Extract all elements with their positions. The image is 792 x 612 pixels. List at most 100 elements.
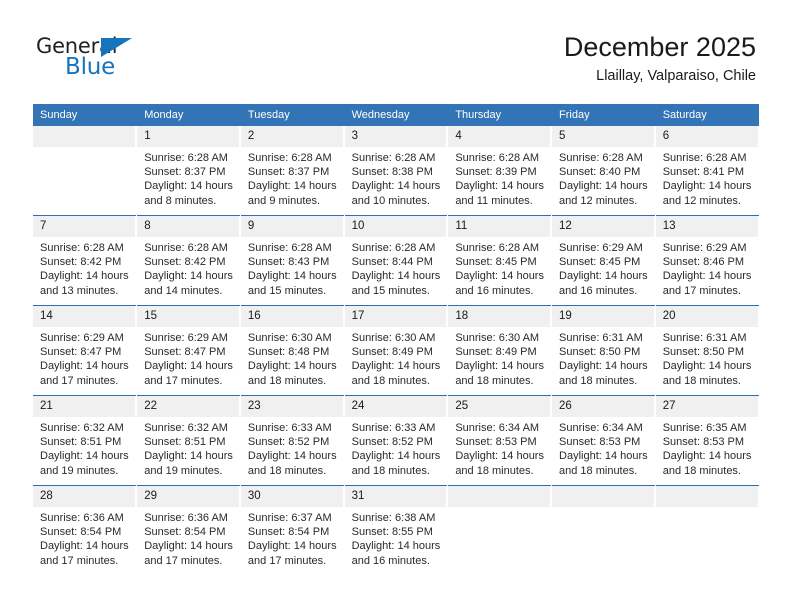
daylight-text: Daylight: 14 hours bbox=[455, 360, 544, 373]
calendar-day-cell[interactable]: 13 Sunrise: 6:29 AM Sunset: 8:46 PM Dayligh… bbox=[655, 215, 759, 306]
sunrise-text: Sunrise: 6:28 AM bbox=[247, 242, 332, 254]
calendar-day-cell[interactable]: 29 Sunrise: 6:36 AM Sunset: 8:54 PM Dayligh… bbox=[136, 485, 241, 575]
sunrise-text: Sunrise: 6:36 AM bbox=[40, 512, 124, 524]
sunset-text: Sunset: 8:40 PM bbox=[559, 166, 641, 179]
day-details: Sunrise: 6:28 AM Sunset: 8:41 PM Daylight:… bbox=[656, 147, 759, 208]
daylight-text: Daylight: 14 hours bbox=[455, 180, 544, 193]
day-details: Sunrise: 6:28 AM Sunset: 8:44 PM Daylight:… bbox=[345, 237, 448, 298]
sunrise-sunset-calendar: Sunday Monday Tuesday Wednesday Thursday… bbox=[33, 104, 759, 575]
sunrise-text: Sunrise: 6:28 AM bbox=[40, 242, 124, 254]
calendar-day-cell[interactable]: 31 Sunrise: 6:38 AM Sunset: 8:55 PM Dayligh… bbox=[344, 485, 449, 575]
sunrise-text: Sunrise: 6:28 AM bbox=[662, 152, 747, 164]
sunset-text: Sunset: 8:46 PM bbox=[662, 256, 745, 269]
sunrise-text: Sunrise: 6:29 AM bbox=[40, 332, 124, 344]
calendar-day-cell[interactable]: 7 Sunrise: 6:28 AM Sunset: 8:42 PM Daylight… bbox=[33, 215, 138, 306]
calendar-day-cell-empty bbox=[655, 485, 759, 575]
calendar-day-cell[interactable]: 9 Sunrise: 6:28 AM Sunset: 8:43 PM Daylight… bbox=[240, 215, 345, 306]
daylight-text: and 14 minutes. bbox=[144, 284, 223, 297]
daylight-text: Daylight: 14 hours bbox=[144, 270, 233, 283]
sunset-text: Sunset: 8:45 PM bbox=[559, 256, 641, 269]
daylight-text: Daylight: 14 hours bbox=[247, 360, 337, 373]
calendar-day-cell[interactable]: 11 Sunrise: 6:28 AM Sunset: 8:45 PM Dayligh… bbox=[447, 215, 553, 306]
day-details: Sunrise: 6:28 AM Sunset: 8:42 PM Daylight:… bbox=[137, 237, 240, 298]
calendar-day-cell[interactable]: 3 Sunrise: 6:28 AM Sunset: 8:38 PM Daylight… bbox=[344, 126, 449, 216]
calendar-day-cell[interactable]: 4 Sunrise: 6:28 AM Sunset: 8:39 PM Daylight… bbox=[447, 126, 553, 216]
day-number: 11 bbox=[448, 216, 552, 237]
calendar-week-row: 21 Sunrise: 6:32 AM Sunset: 8:51 PM Dayligh… bbox=[33, 395, 759, 486]
weekday-header-sunday: Sunday bbox=[33, 104, 138, 126]
day-details: Sunrise: 6:28 AM Sunset: 8:40 PM Daylight:… bbox=[552, 147, 655, 208]
daylight-text: and 18 minutes. bbox=[351, 374, 430, 387]
calendar-day-cell[interactable]: 17 Sunrise: 6:30 AM Sunset: 8:49 PM Dayligh… bbox=[344, 305, 449, 396]
daylight-text: Daylight: 14 hours bbox=[351, 270, 441, 283]
daylight-text: Daylight: 14 hours bbox=[662, 450, 752, 463]
calendar-day-cell[interactable]: 12 Sunrise: 6:29 AM Sunset: 8:45 PM Dayligh… bbox=[551, 215, 656, 306]
calendar-day-cell[interactable]: 15 Sunrise: 6:29 AM Sunset: 8:47 PM Dayligh… bbox=[136, 305, 241, 396]
calendar-day-cell[interactable]: 10 Sunrise: 6:28 AM Sunset: 8:44 PM Dayligh… bbox=[344, 215, 449, 306]
day-number: 1 bbox=[137, 126, 240, 147]
daylight-text: and 16 minutes. bbox=[351, 554, 430, 567]
day-number: 12 bbox=[552, 216, 655, 237]
daylight-text: and 18 minutes. bbox=[455, 464, 534, 477]
day-details: Sunrise: 6:32 AM Sunset: 8:51 PM Daylight:… bbox=[33, 417, 136, 478]
calendar-day-cell[interactable]: 8 Sunrise: 6:28 AM Sunset: 8:42 PM Daylight… bbox=[136, 215, 241, 306]
day-number: 17 bbox=[344, 306, 448, 327]
calendar-day-cell[interactable]: 30 Sunrise: 6:37 AM Sunset: 8:54 PM Dayligh… bbox=[240, 485, 345, 575]
sunset-text: Sunset: 8:47 PM bbox=[144, 346, 226, 359]
daylight-text: Daylight: 14 hours bbox=[662, 270, 752, 283]
calendar-day-cell[interactable]: 28 Sunrise: 6:36 AM Sunset: 8:54 PM Dayligh… bbox=[33, 485, 138, 575]
sunset-text: Sunset: 8:47 PM bbox=[40, 346, 122, 359]
day-details: Sunrise: 6:33 AM Sunset: 8:52 PM Daylight:… bbox=[345, 417, 448, 478]
calendar-day-cell[interactable]: 22 Sunrise: 6:32 AM Sunset: 8:51 PM Dayligh… bbox=[136, 395, 241, 486]
day-details: Sunrise: 6:29 AM Sunset: 8:47 PM Daylight:… bbox=[137, 327, 240, 388]
day-details: Sunrise: 6:29 AM Sunset: 8:46 PM Daylight:… bbox=[656, 237, 759, 298]
daylight-text: Daylight: 14 hours bbox=[40, 270, 129, 283]
sunrise-text: Sunrise: 6:28 AM bbox=[144, 152, 228, 164]
calendar-day-cell[interactable]: 1 Sunrise: 6:28 AM Sunset: 8:37 PM Daylight… bbox=[136, 126, 241, 216]
day-details: Sunrise: 6:28 AM Sunset: 8:42 PM Daylight:… bbox=[33, 237, 136, 298]
calendar-day-cell[interactable]: 6 Sunrise: 6:28 AM Sunset: 8:41 PM Daylight… bbox=[655, 126, 759, 216]
calendar-day-cell[interactable]: 24 Sunrise: 6:33 AM Sunset: 8:52 PM Dayligh… bbox=[344, 395, 449, 486]
day-details: Sunrise: 6:28 AM Sunset: 8:39 PM Daylight:… bbox=[448, 147, 551, 208]
sunset-text: Sunset: 8:55 PM bbox=[351, 526, 433, 539]
calendar-day-cell[interactable]: 21 Sunrise: 6:32 AM Sunset: 8:51 PM Dayligh… bbox=[33, 395, 138, 486]
day-details: Sunrise: 6:28 AM Sunset: 8:37 PM Daylight:… bbox=[241, 147, 344, 208]
day-number: 22 bbox=[137, 396, 240, 417]
calendar-day-cell[interactable]: 19 Sunrise: 6:31 AM Sunset: 8:50 PM Dayligh… bbox=[551, 305, 656, 396]
daylight-text: and 18 minutes. bbox=[559, 464, 638, 477]
logo-text-blue: Blue bbox=[65, 54, 116, 80]
daylight-text: Daylight: 14 hours bbox=[40, 540, 129, 553]
day-number: 31 bbox=[344, 486, 448, 507]
day-number: 18 bbox=[448, 306, 552, 327]
daylight-text: and 11 minutes. bbox=[455, 194, 533, 207]
daylight-text: and 18 minutes. bbox=[662, 374, 741, 387]
sunrise-text: Sunrise: 6:33 AM bbox=[247, 422, 332, 434]
day-number: 23 bbox=[240, 396, 344, 417]
calendar-day-cell[interactable]: 18 Sunrise: 6:30 AM Sunset: 8:49 PM Dayligh… bbox=[447, 305, 553, 396]
daylight-text: Daylight: 14 hours bbox=[662, 360, 752, 373]
sunrise-text: Sunrise: 6:29 AM bbox=[144, 332, 228, 344]
sunset-text: Sunset: 8:38 PM bbox=[351, 166, 433, 179]
calendar-day-cell[interactable]: 27 Sunrise: 6:35 AM Sunset: 8:53 PM Dayligh… bbox=[655, 395, 759, 486]
sunrise-text: Sunrise: 6:32 AM bbox=[144, 422, 228, 434]
calendar-day-cell[interactable]: 14 Sunrise: 6:29 AM Sunset: 8:47 PM Dayligh… bbox=[33, 305, 138, 396]
calendar-day-cell[interactable]: 16 Sunrise: 6:30 AM Sunset: 8:48 PM Dayligh… bbox=[240, 305, 345, 396]
sunset-text: Sunset: 8:37 PM bbox=[144, 166, 226, 179]
day-number: 24 bbox=[344, 396, 448, 417]
daylight-text: and 19 minutes. bbox=[40, 464, 119, 477]
daylight-text: and 12 minutes. bbox=[662, 194, 741, 207]
weekday-header-monday: Monday bbox=[136, 104, 241, 126]
sunset-text: Sunset: 8:48 PM bbox=[247, 346, 330, 359]
daylight-text: and 16 minutes. bbox=[559, 284, 638, 297]
sunset-text: Sunset: 8:42 PM bbox=[40, 256, 122, 269]
calendar-day-cell[interactable]: 25 Sunrise: 6:34 AM Sunset: 8:53 PM Dayligh… bbox=[447, 395, 553, 486]
calendar-day-cell[interactable]: 20 Sunrise: 6:31 AM Sunset: 8:50 PM Dayligh… bbox=[655, 305, 759, 396]
day-number bbox=[655, 486, 759, 507]
daylight-text: and 19 minutes. bbox=[144, 464, 223, 477]
daylight-text: Daylight: 14 hours bbox=[455, 450, 544, 463]
calendar-day-cell[interactable]: 2 Sunrise: 6:28 AM Sunset: 8:37 PM Daylight… bbox=[240, 126, 345, 216]
calendar-day-cell[interactable]: 23 Sunrise: 6:33 AM Sunset: 8:52 PM Dayligh… bbox=[240, 395, 345, 486]
calendar-day-cell[interactable]: 5 Sunrise: 6:28 AM Sunset: 8:40 PM Daylight… bbox=[551, 126, 656, 216]
daylight-text: and 18 minutes. bbox=[247, 374, 327, 387]
calendar-day-cell[interactable]: 26 Sunrise: 6:34 AM Sunset: 8:53 PM Dayligh… bbox=[551, 395, 656, 486]
